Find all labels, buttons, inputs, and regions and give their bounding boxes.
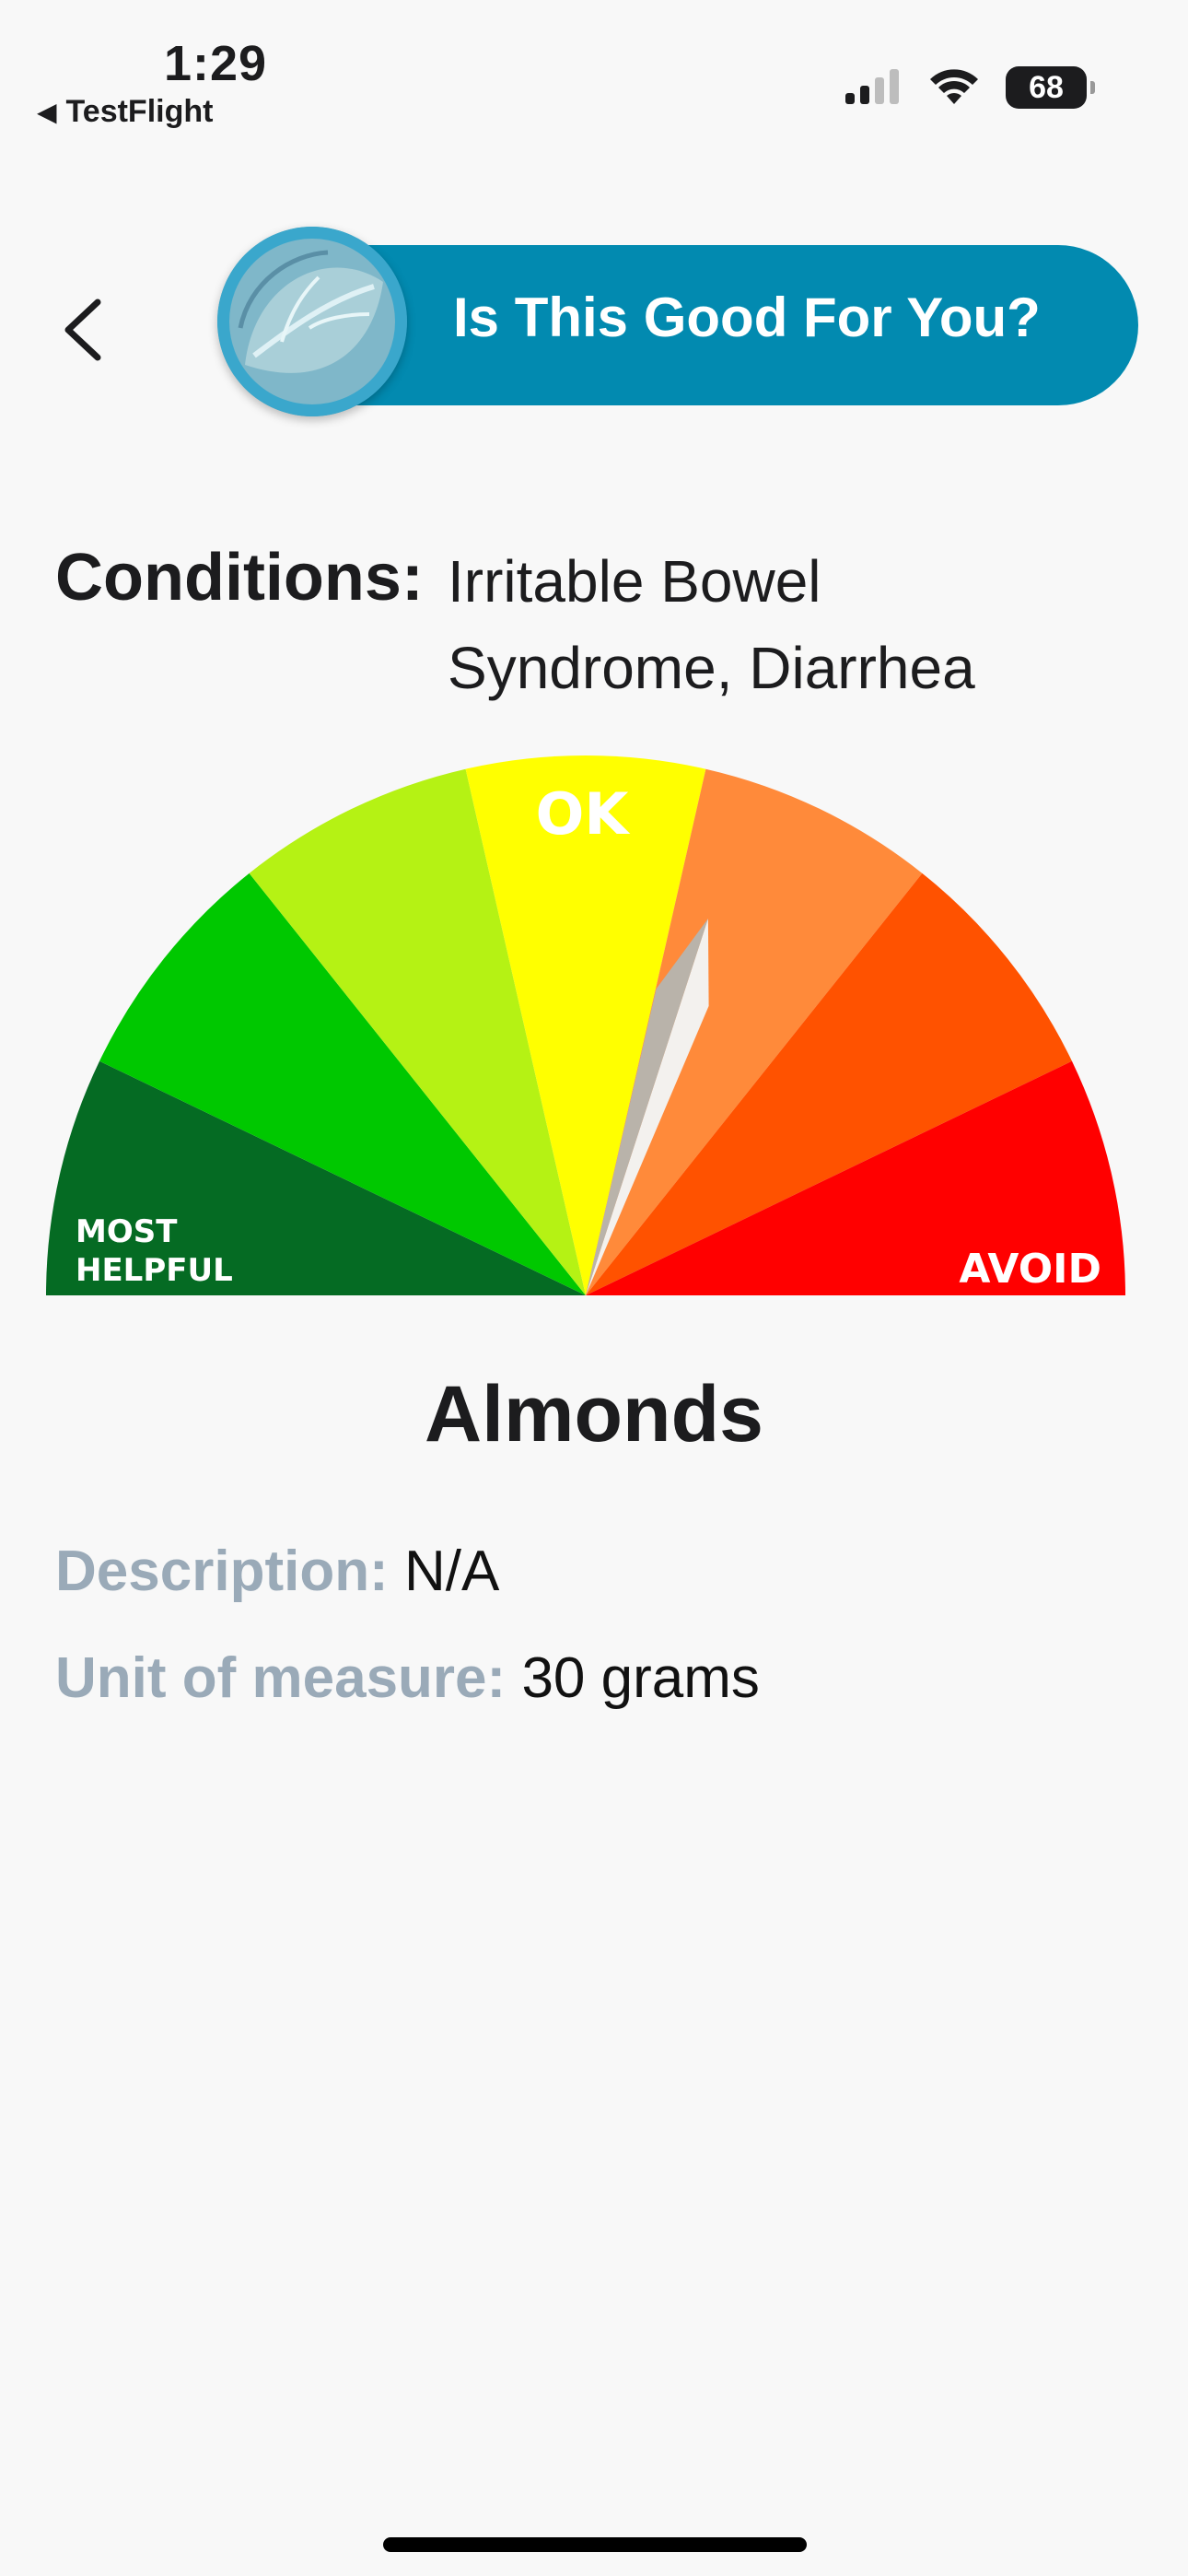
gauge-label-helpful: HELPFUL xyxy=(76,1252,233,1289)
testflight-back-link[interactable]: ◀ TestFlight xyxy=(37,94,213,130)
description-value: N/A xyxy=(403,1540,500,1603)
testflight-label: TestFlight xyxy=(65,94,214,129)
wifi-icon xyxy=(930,69,978,104)
gauge-label-most: MOST xyxy=(76,1213,178,1250)
food-name: Almonds xyxy=(425,1370,763,1458)
cellular-signal-icon xyxy=(845,69,899,104)
unit-value: 30 grams xyxy=(521,1646,760,1710)
rating-gauge: OK MOST HELPFUL AVOID xyxy=(46,755,1125,1295)
conditions-value: Irritable Bowel Syndrome, Diarrhea xyxy=(448,548,975,701)
status-indicators: 68 xyxy=(844,66,1095,109)
gauge-label-avoid: AVOID xyxy=(959,1246,1101,1293)
back-chevron-icon[interactable] xyxy=(55,293,111,367)
description-row: Description: N/A xyxy=(55,1539,499,1604)
home-indicator[interactable] xyxy=(383,2537,807,2552)
battery-level: 68 xyxy=(1029,69,1064,105)
battery-icon: 68 xyxy=(1006,66,1095,109)
status-time: 1:29 xyxy=(164,36,268,91)
unit-row: Unit of measure: 30 grams xyxy=(55,1645,760,1711)
description-label: Description: xyxy=(55,1540,389,1603)
conditions-label: Conditions: xyxy=(55,541,424,615)
back-triangle-icon: ◀ xyxy=(37,98,57,126)
gauge-label-ok: OK xyxy=(536,780,631,848)
unit-label: Unit of measure: xyxy=(55,1646,507,1710)
cabbage-avatar-icon xyxy=(217,227,407,416)
page-title: Is This Good For You? xyxy=(453,287,1041,348)
